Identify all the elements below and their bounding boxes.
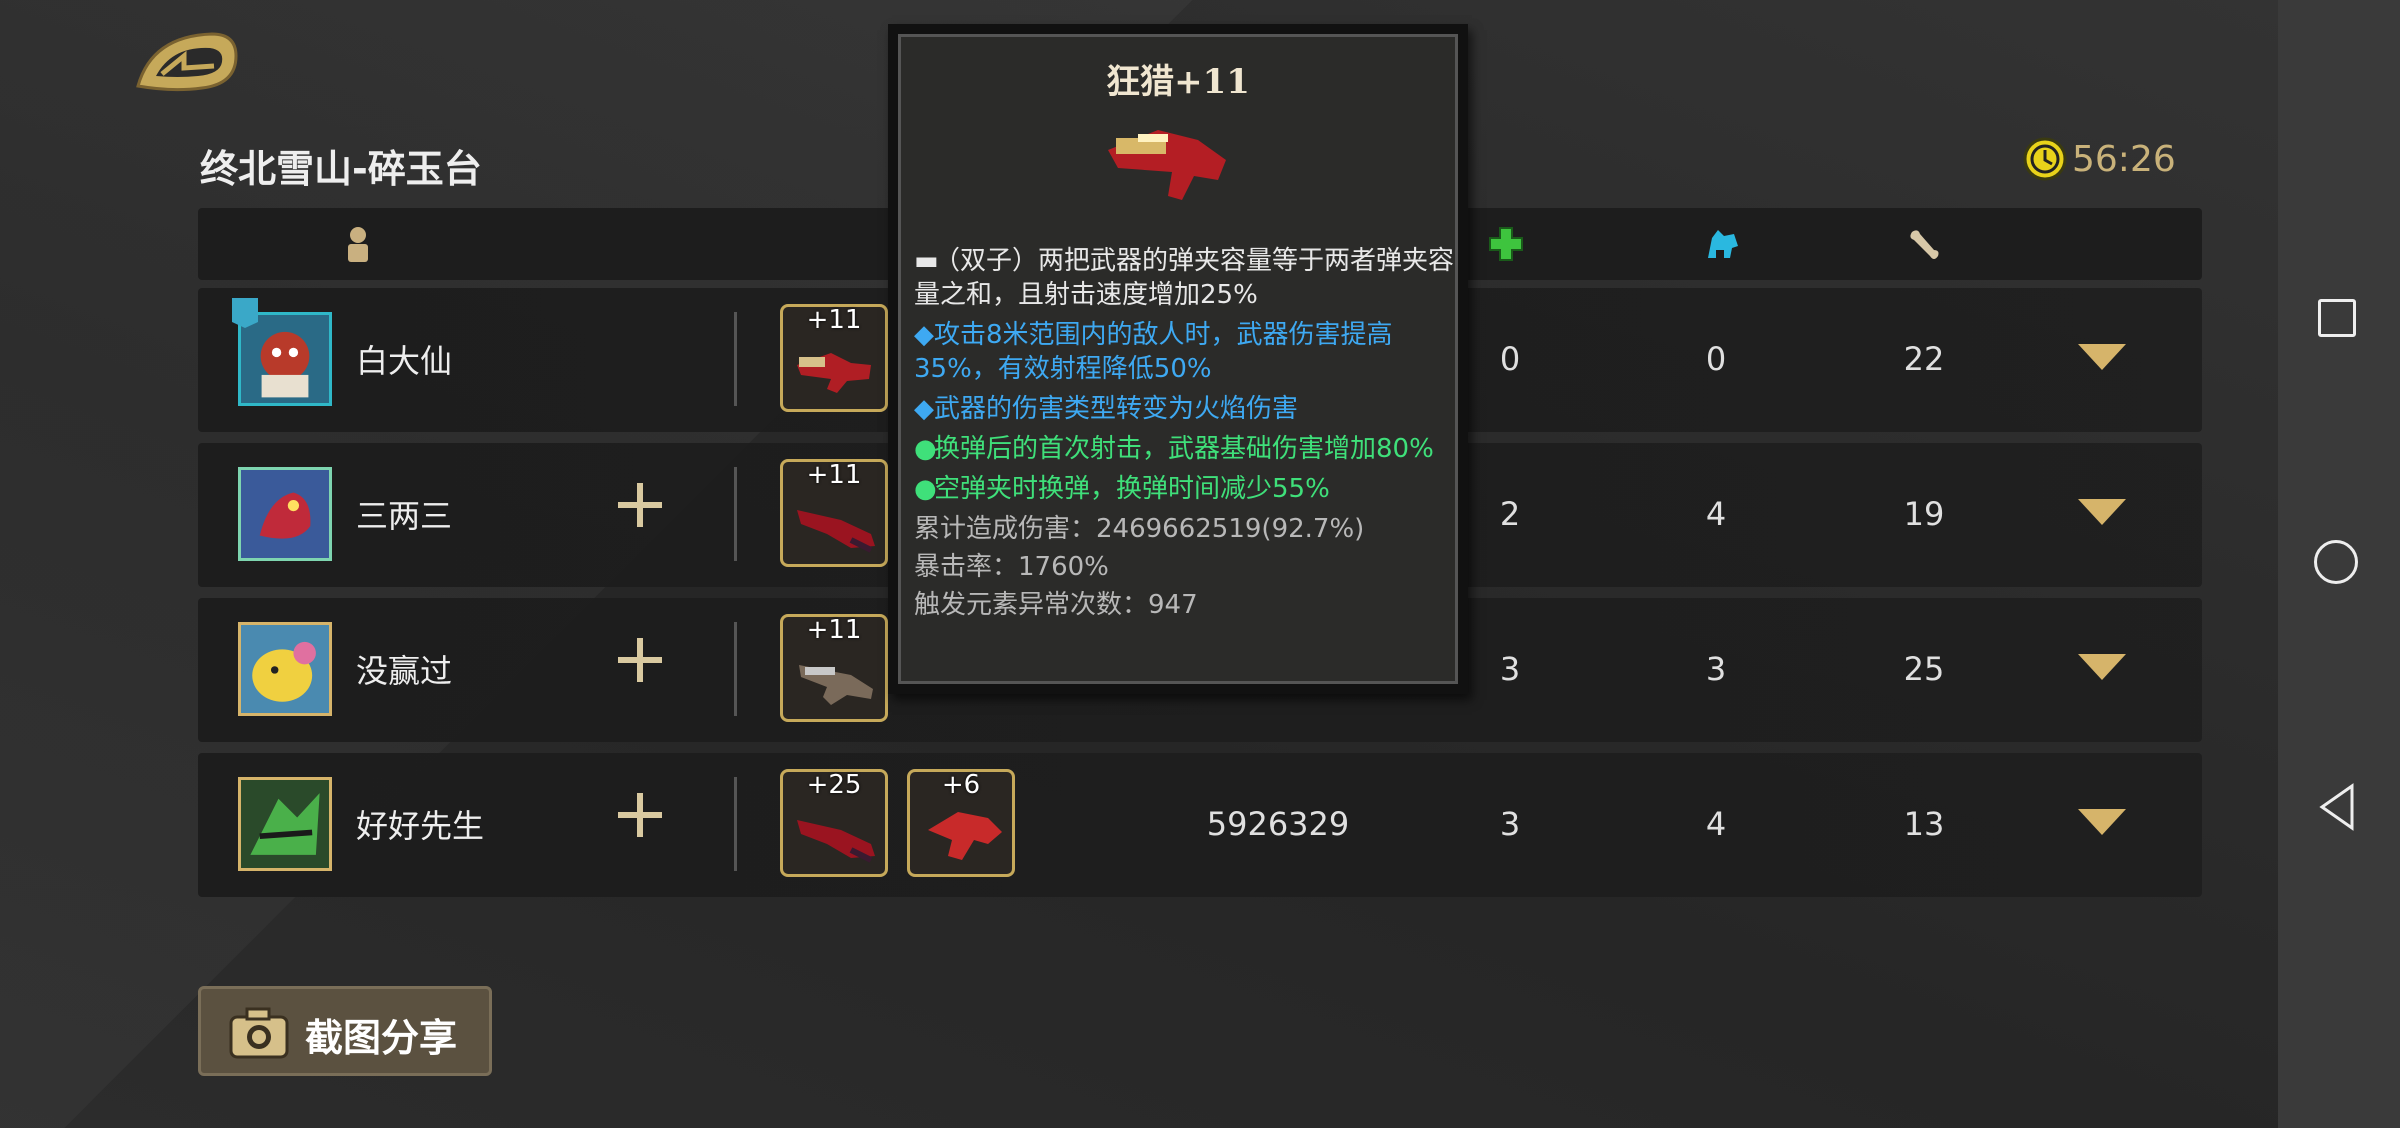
share-button-label: 截图分享 (305, 1016, 458, 1060)
heal-count: 0 (1499, 340, 1521, 378)
expand-arrow-icon[interactable] (2078, 499, 2126, 525)
kill-count: 25 (1903, 650, 1945, 688)
tooltip-title: 狂猎+11 (1106, 62, 1250, 102)
stage-title: 终北雪山-碎玉台 (200, 147, 482, 191)
add-friend-icon[interactable] (618, 793, 662, 837)
player-icon (348, 227, 368, 262)
tooltip-effect-line: ●换弹后的首次射击，武器基础伤害增加80% (914, 434, 1434, 464)
system-nav-bar (2278, 0, 2400, 1128)
divider (734, 467, 737, 561)
expand-arrow-icon[interactable] (2078, 654, 2126, 680)
weapon-level: +11 (806, 305, 862, 335)
tooltip-lines: ▬（双子）两把武器的弹夹容量等于两者弹夹容量之和，且射击速度增加25% ◆攻击8… (914, 244, 1454, 626)
weapon-level: +25 (806, 770, 862, 800)
add-friend-icon[interactable] (618, 638, 662, 682)
screenshot-share-button[interactable]: 截图分享 (198, 986, 492, 1076)
pet-count: 4 (1705, 495, 1727, 533)
bone-icon (1910, 230, 1939, 259)
player-name: 没赢过 (356, 652, 453, 690)
player-name: 好好先生 (356, 807, 485, 845)
expand-arrow-icon[interactable] (2078, 809, 2126, 835)
player-name: 白大仙 (356, 342, 453, 380)
pet-count: 0 (1705, 340, 1727, 378)
pet-count: 4 (1705, 805, 1727, 843)
divider (734, 312, 737, 406)
timer-text: 56:26 (2072, 138, 2176, 180)
back-triangle-icon[interactable] (2314, 782, 2364, 832)
damage-value: 5926329 (1206, 805, 1350, 843)
gun-icon (797, 353, 871, 393)
divider (734, 622, 737, 716)
gun-icon (797, 510, 875, 553)
tooltip-effect-line: ◆攻击8米范围内的敌人时，武器伤害提高35%，有效射程降低50% (914, 320, 1393, 384)
rank-badge-icon (232, 298, 258, 328)
add-friend-icon[interactable] (618, 483, 662, 527)
status-bar-right (1970, 0, 2170, 8)
avatar[interactable] (238, 777, 332, 871)
player-name: 三两三 (356, 497, 453, 535)
tooltip-effect-line: ▬（双子）两把武器的弹夹容量等于两者弹夹容量之和，且射击速度增加25% (914, 246, 1455, 310)
heal-cross-icon (1489, 227, 1523, 261)
kill-count: 22 (1903, 340, 1945, 378)
heal-count: 3 (1499, 805, 1521, 843)
diamond-bullet-icon: ◆ (914, 394, 934, 424)
back-arrow-icon[interactable] (132, 26, 242, 98)
tooltip-effect-line: ◆武器的伤害类型转变为火焰伤害 (914, 394, 1299, 424)
gun-icon (1108, 130, 1226, 200)
weapon-slot[interactable]: +6 (907, 769, 1015, 877)
clock-icon (2023, 137, 2067, 181)
weapon-level: +6 (941, 770, 981, 800)
weapon-slot[interactable]: +25 (780, 769, 888, 877)
pet-icon (1708, 230, 1738, 258)
weapon-slot[interactable]: +11 (780, 614, 888, 722)
weapon-tooltip: 狂猎+11 ▬（双子）两把武器的弹夹容量等于两者弹夹容量之和，且射击速度增加25… (888, 24, 1468, 694)
status-bar-left (140, 0, 240, 8)
weapon-level: +11 (806, 460, 862, 490)
avatar[interactable] (238, 312, 332, 406)
dot-bullet-icon: ● (914, 474, 937, 504)
home-circle-icon[interactable] (2314, 540, 2364, 590)
timer: 56:26 (2022, 136, 2176, 182)
avatar[interactable] (238, 622, 332, 716)
gun-icon (797, 820, 875, 863)
camera-icon (229, 1007, 289, 1059)
kill-count: 19 (1903, 495, 1945, 533)
diamond-bullet-icon: ◆ (914, 320, 934, 350)
avatar[interactable] (238, 467, 332, 561)
recents-square-icon[interactable] (2314, 295, 2364, 345)
heal-count: 3 (1499, 650, 1521, 688)
tooltip-stat-elemental: 触发元素异常次数：947 (914, 590, 1198, 620)
divider (734, 777, 737, 871)
weapon-level: +11 (806, 615, 862, 645)
kill-count: 13 (1903, 805, 1945, 843)
tooltip-stat-crit: 暴击率：1760% (914, 552, 1109, 582)
pet-count: 3 (1705, 650, 1727, 688)
weapon-slot[interactable]: +11 (780, 304, 888, 412)
player-row: 好好先生 +25 +6 5926329 3 4 13 (198, 753, 2202, 897)
tooltip-stat-damage: 累计造成伤害：2469662519(92.7%) (914, 514, 1365, 544)
tooltip-effect-line: ●空弹夹时换弹，换弹时间减少55% (914, 474, 1330, 504)
expand-arrow-icon[interactable] (2078, 344, 2126, 370)
gun-icon (799, 665, 873, 705)
gun-icon (928, 812, 1002, 860)
dot-bullet-icon: ● (914, 434, 937, 464)
heal-count: 2 (1499, 495, 1521, 533)
tag-icon: ▬ (914, 246, 939, 276)
weapon-slot[interactable]: +11 (780, 459, 888, 567)
